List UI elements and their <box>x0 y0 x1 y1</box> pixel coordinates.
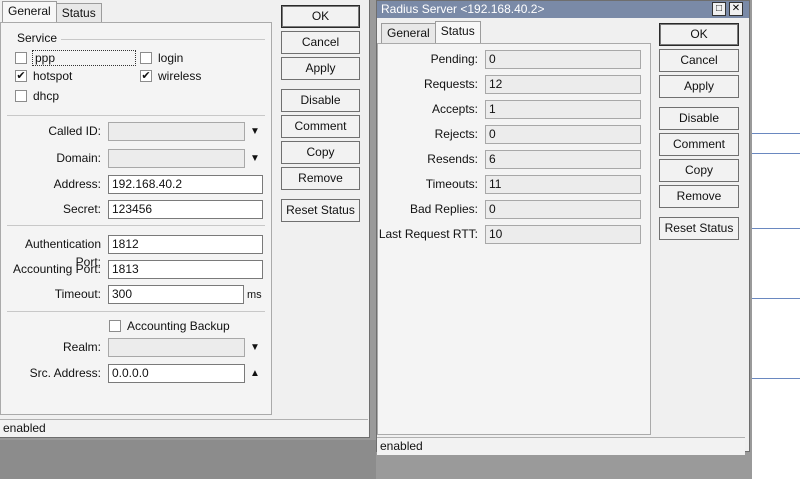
stat-label: Last Request RTT: <box>378 227 478 241</box>
window-title: Radius Server <192.168.40.2> <box>381 2 545 16</box>
reset-status-button[interactable]: Reset Status <box>659 217 739 240</box>
dropdown-arrow-icon[interactable]: ▼ <box>250 127 260 137</box>
service-divider <box>61 39 265 40</box>
timeout-label: Timeout: <box>54 287 101 301</box>
checkbox-box[interactable] <box>140 52 152 64</box>
stat-value-field: 1 <box>485 100 641 119</box>
address-label: Address: <box>53 177 101 191</box>
service-dhcp-checkbox[interactable]: dhcp <box>15 89 59 103</box>
checkbox-label: login <box>158 51 184 65</box>
tab-bar: General Status <box>2 1 102 23</box>
stat-value-field: 12 <box>485 75 641 94</box>
called-id-field[interactable] <box>108 122 245 141</box>
src-address-input[interactable]: 0.0.0.0 <box>108 364 245 383</box>
tab-status[interactable]: Status <box>434 21 481 43</box>
service-ppp-checkbox[interactable]: ppp <box>15 50 137 66</box>
copy-button[interactable]: Copy <box>281 141 360 164</box>
status-panel: Pending: 0 Requests: 12 Accepts: 1 Rejects: 0 Re… <box>377 43 651 435</box>
section-divider <box>7 311 265 312</box>
checkbox-box[interactable] <box>15 52 27 64</box>
desktop-background <box>0 440 376 479</box>
stat-label: Accepts: <box>431 102 478 116</box>
stat-label: Resends: <box>427 152 478 166</box>
checkbox-label: dhcp <box>33 89 60 103</box>
checkbox-box[interactable] <box>15 90 27 102</box>
remove-button[interactable]: Remove <box>281 167 360 190</box>
stat-label: Pending: <box>430 52 478 66</box>
service-hotspot-checkbox[interactable]: ✔ hotspot <box>15 69 72 83</box>
acct-port-input[interactable]: 1813 <box>108 260 263 279</box>
section-divider <box>7 115 265 116</box>
cancel-button[interactable]: Cancel <box>659 49 739 72</box>
status-bar: enabled <box>377 437 745 455</box>
maximize-icon[interactable]: □ <box>712 2 726 16</box>
background-window-edge <box>752 0 800 479</box>
status-bar: enabled <box>0 419 368 437</box>
accounting-backup-checkbox[interactable]: Accounting Backup <box>109 319 230 333</box>
stat-label: Timeouts: <box>425 177 478 191</box>
section-divider <box>7 225 265 226</box>
dropdown-arrow-icon[interactable]: ▼ <box>250 154 260 164</box>
stat-value-field: 6 <box>485 150 641 169</box>
close-icon[interactable]: ✕ <box>729 2 743 16</box>
secret-label: Secret: <box>62 202 101 216</box>
stat-value-field: 0 <box>485 125 641 144</box>
called-id-label: Called ID: <box>48 124 101 138</box>
stat-label: Rejects: <box>434 127 478 141</box>
timeout-unit: ms <box>247 289 262 301</box>
tab-general[interactable]: General <box>2 1 57 23</box>
comment-button[interactable]: Comment <box>281 115 360 138</box>
reset-status-button[interactable]: Reset Status <box>281 199 360 222</box>
checkbox-box[interactable] <box>109 320 121 332</box>
checkbox-label: hotspot <box>33 69 73 83</box>
cancel-button[interactable]: Cancel <box>281 31 360 54</box>
service-group-title: Service <box>17 31 58 45</box>
checkbox-label: wireless <box>158 69 202 83</box>
stat-label: Requests: <box>423 77 478 91</box>
ok-button[interactable]: OK <box>659 23 739 46</box>
service-login-checkbox[interactable]: login <box>140 51 183 65</box>
realm-label: Realm: <box>62 340 101 354</box>
check-icon[interactable]: ✔ <box>140 70 152 82</box>
domain-field[interactable] <box>108 149 245 168</box>
tab-general[interactable]: General <box>381 23 436 43</box>
stat-value-field: 0 <box>485 50 641 69</box>
auth-port-input[interactable]: 1812 <box>108 235 263 254</box>
checkbox-label: ppp <box>31 50 137 66</box>
tab-bar: General Status <box>381 21 481 43</box>
disable-button[interactable]: Disable <box>281 89 360 112</box>
stat-value-field: 0 <box>485 200 641 219</box>
stat-value-field: 11 <box>485 175 641 194</box>
radius-server-window: Radius Server <192.168.40.2> □ ✕ General… <box>376 0 750 455</box>
apply-button[interactable]: Apply <box>659 75 739 98</box>
disable-button[interactable]: Disable <box>659 107 739 130</box>
remove-button[interactable]: Remove <box>659 185 739 208</box>
window-titlebar[interactable]: Radius Server <192.168.40.2> <box>377 1 749 18</box>
stat-label: Bad Replies: <box>409 202 478 216</box>
collapse-arrow-icon[interactable]: ▲ <box>250 369 260 379</box>
checkbox-label: Accounting Backup <box>127 319 230 333</box>
check-icon[interactable]: ✔ <box>15 70 27 82</box>
radius-settings-window: General Status Service ppp login ✔ hotsp… <box>0 0 370 438</box>
apply-button[interactable]: Apply <box>281 57 360 80</box>
acct-port-label: Accounting Port: <box>12 262 101 276</box>
address-input[interactable]: 192.168.40.2 <box>108 175 263 194</box>
comment-button[interactable]: Comment <box>659 133 739 156</box>
dropdown-arrow-icon[interactable]: ▼ <box>250 343 260 353</box>
service-wireless-checkbox[interactable]: ✔ wireless <box>140 69 201 83</box>
stat-value-field: 10 <box>485 225 641 244</box>
timeout-input[interactable]: 300 <box>108 285 244 304</box>
tab-status[interactable]: Status <box>55 3 102 23</box>
secret-input[interactable]: 123456 <box>108 200 263 219</box>
general-panel: Service ppp login ✔ hotspot ✔ wireless d… <box>0 22 272 415</box>
realm-field[interactable] <box>108 338 245 357</box>
copy-button[interactable]: Copy <box>659 159 739 182</box>
domain-label: Domain: <box>56 151 101 165</box>
src-address-label: Src. Address: <box>29 366 101 380</box>
ok-button[interactable]: OK <box>281 5 360 28</box>
